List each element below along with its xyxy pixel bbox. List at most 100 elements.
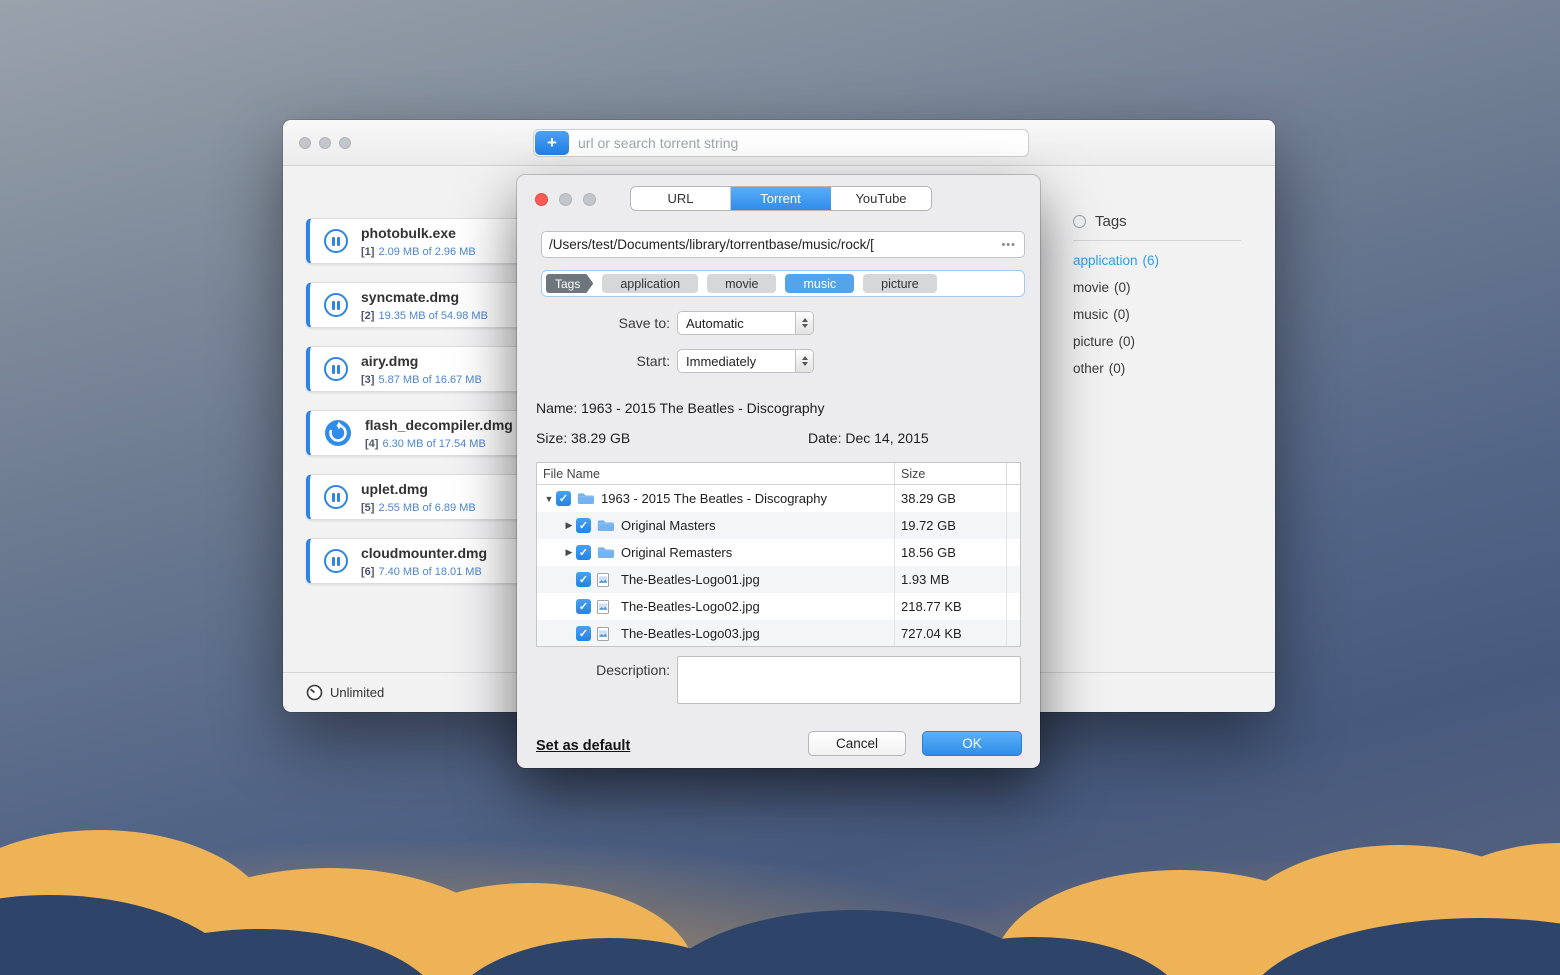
speed-gauge-icon[interactable] [306, 684, 323, 701]
checkbox-checked-icon[interactable] [576, 599, 591, 614]
table-row[interactable]: The-Beatles-Logo01.jpg 1.93 MB [537, 566, 1020, 593]
tags-sidebar: Tags application (6) movie (0) music (0)… [1073, 213, 1253, 376]
dialog-zoom-button[interactable] [583, 193, 596, 206]
folder-icon [597, 519, 615, 532]
folder-icon [577, 492, 595, 505]
image-file-icon [597, 627, 615, 641]
source-tabs: URL Torrent YouTube [630, 186, 932, 211]
dialog-close-button[interactable] [535, 193, 548, 206]
browse-more-button[interactable]: ••• [993, 239, 1024, 251]
checkbox-checked-icon[interactable] [576, 572, 591, 587]
checkbox-checked-icon[interactable] [556, 491, 571, 506]
file-name: Original Remasters [621, 545, 732, 560]
downloading-spinner-icon[interactable] [324, 419, 352, 447]
file-name: The-Beatles-Logo02.jpg [621, 599, 760, 614]
save-to-value: Automatic [678, 316, 795, 331]
ok-button[interactable]: OK [922, 731, 1022, 756]
set-as-default-link[interactable]: Set as default [536, 738, 630, 754]
add-torrent-dialog: URL Torrent YouTube ••• Tags application… [517, 175, 1040, 768]
table-row[interactable]: Original Remasters 18.56 GB [537, 539, 1020, 566]
sidebar-item-other[interactable]: other (0) [1073, 361, 1253, 376]
column-size[interactable]: Size [895, 463, 1007, 484]
search-input[interactable] [570, 135, 1028, 151]
torrent-name-line: Name: 1963 - 2015 The Beatles - Discogra… [536, 400, 824, 416]
torrent-size-line: Size: 38.29 GB [536, 430, 630, 446]
download-name: photobulk.exe [361, 225, 456, 241]
desktop: + photobulk.exe [1] 2.09 MB of 2.96 MB sy… [0, 0, 1560, 975]
save-to-label: Save to: [541, 315, 670, 331]
tag-pill-application[interactable]: application [602, 274, 698, 293]
table-row[interactable]: 1963 - 2015 The Beatles - Discography 38… [537, 485, 1020, 512]
add-download-button[interactable]: + [535, 131, 569, 155]
start-value: Immediately [678, 354, 795, 369]
file-name: Original Masters [621, 518, 716, 533]
tab-youtube[interactable]: YouTube [831, 187, 931, 210]
tag-pill-picture[interactable]: picture [863, 274, 937, 293]
table-row[interactable]: The-Beatles-Logo02.jpg 218.77 KB [537, 593, 1020, 620]
disclosure-closed-icon[interactable] [562, 547, 576, 558]
download-index: [4] [365, 438, 378, 450]
column-file-name[interactable]: File Name [537, 463, 895, 484]
download-index: [1] [361, 246, 374, 258]
download-progress: 6.30 MB of 17.54 MB [382, 438, 485, 450]
download-name: syncmate.dmg [361, 289, 459, 305]
tab-torrent[interactable]: Torrent [731, 187, 831, 210]
sidebar-item-movie[interactable]: movie (0) [1073, 280, 1253, 295]
table-row[interactable]: Original Masters 19.72 GB [537, 512, 1020, 539]
search-box: + [533, 129, 1029, 157]
tags-sidebar-header: Tags [1073, 213, 1253, 230]
sidebar-item-picture[interactable]: picture (0) [1073, 334, 1253, 349]
description-textarea[interactable] [677, 656, 1021, 704]
pause-icon[interactable] [324, 549, 348, 573]
download-name: cloudmounter.dmg [361, 545, 487, 561]
cancel-button[interactable]: Cancel [808, 731, 906, 756]
close-window-button[interactable] [299, 137, 311, 149]
save-to-dropdown[interactable]: Automatic [677, 311, 814, 335]
image-file-icon [597, 573, 615, 587]
download-progress: 2.09 MB of 2.96 MB [378, 246, 475, 258]
disclosure-closed-icon[interactable] [562, 520, 576, 531]
dropdown-stepper-icon [795, 312, 813, 334]
checkbox-checked-icon[interactable] [576, 626, 591, 641]
sidebar-item-application[interactable]: application (6) [1073, 253, 1253, 268]
title-bar: + [283, 120, 1275, 166]
file-size: 38.29 GB [895, 485, 1007, 512]
tag-pill-movie[interactable]: movie [707, 274, 776, 293]
download-progress: 2.55 MB of 6.89 MB [378, 502, 475, 514]
pause-icon[interactable] [324, 357, 348, 381]
file-size: 18.56 GB [895, 539, 1007, 566]
tab-url[interactable]: URL [631, 187, 731, 210]
minimize-window-button[interactable] [319, 137, 331, 149]
table-row[interactable]: The-Beatles-Logo03.jpg 727.04 KB [537, 620, 1020, 647]
download-index: [2] [361, 310, 374, 322]
sidebar-item-music[interactable]: music (0) [1073, 307, 1253, 322]
pause-icon[interactable] [324, 293, 348, 317]
start-label: Start: [541, 353, 670, 369]
pause-icon[interactable] [324, 229, 348, 253]
table-header: File Name Size [537, 463, 1020, 485]
torrent-path-input[interactable] [542, 237, 993, 252]
torrent-path-field: ••• [541, 231, 1025, 258]
speed-status-label[interactable]: Unlimited [330, 685, 384, 700]
tag-pill-music[interactable]: music [785, 274, 854, 293]
zoom-window-button[interactable] [339, 137, 351, 149]
file-table: File Name Size 1963 - 2015 The Beatles -… [536, 462, 1021, 647]
tags-circle-icon [1073, 215, 1086, 228]
download-progress: 7.40 MB of 18.01 MB [378, 566, 481, 578]
table-body: 1963 - 2015 The Beatles - Discography 38… [537, 485, 1020, 647]
file-size: 19.72 GB [895, 512, 1007, 539]
download-index: [3] [361, 374, 374, 386]
file-size: 218.77 KB [895, 593, 1007, 620]
checkbox-checked-icon[interactable] [576, 545, 591, 560]
download-progress: 5.87 MB of 16.67 MB [378, 374, 481, 386]
dialog-minimize-button[interactable] [559, 193, 572, 206]
file-name: The-Beatles-Logo03.jpg [621, 626, 760, 641]
start-dropdown[interactable]: Immediately [677, 349, 814, 373]
disclosure-open-icon[interactable] [542, 494, 556, 504]
file-name: 1963 - 2015 The Beatles - Discography [601, 491, 827, 506]
pause-icon[interactable] [324, 485, 348, 509]
download-progress: 19.35 MB of 54.98 MB [378, 310, 487, 322]
checkbox-checked-icon[interactable] [576, 518, 591, 533]
file-size: 727.04 KB [895, 620, 1007, 647]
dropdown-stepper-icon [795, 350, 813, 372]
